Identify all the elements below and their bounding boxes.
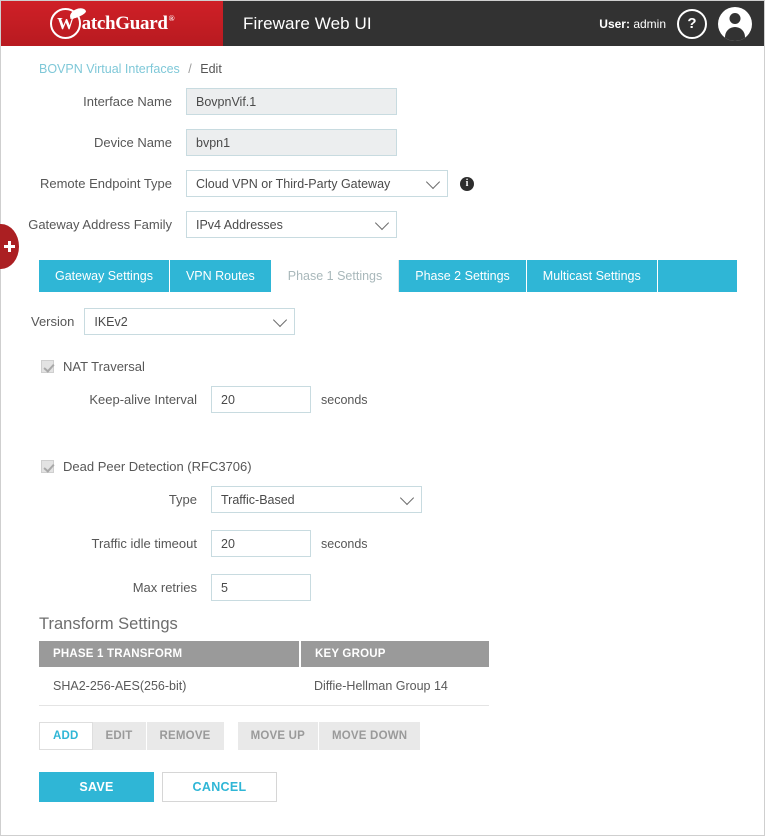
user-prefix: User: bbox=[599, 16, 630, 31]
version-label: Version bbox=[31, 314, 75, 329]
field-interface-name: Interface Name BovpnVif.1 bbox=[1, 88, 764, 115]
add-button[interactable]: ADD bbox=[39, 722, 93, 750]
transform-move-group: MOVE UP MOVE DOWN bbox=[237, 722, 421, 750]
keepalive-interval-unit: seconds bbox=[321, 392, 368, 407]
tab-phase-1-settings[interactable]: Phase 1 Settings bbox=[271, 260, 400, 292]
chevron-down-icon bbox=[374, 215, 390, 230]
tab-filler bbox=[657, 260, 737, 292]
watchguard-logo-mark: W bbox=[49, 5, 87, 39]
remote-endpoint-type-label: Remote Endpoint Type bbox=[39, 176, 172, 191]
remote-endpoint-type-value: Cloud VPN or Third-Party Gateway bbox=[196, 176, 391, 191]
user-name: admin bbox=[633, 16, 666, 31]
help-icon[interactable]: ? bbox=[677, 8, 707, 39]
field-keepalive-interval: Keep-alive Interval 20 seconds bbox=[31, 386, 764, 413]
table-row[interactable]: SHA2-256-AES(256-bit) Diffie-Hellman Gro… bbox=[39, 667, 489, 706]
dpd-type-value: Traffic-Based bbox=[221, 492, 295, 507]
column-key-group: KEY GROUP bbox=[300, 641, 489, 667]
chevron-down-icon bbox=[425, 174, 441, 189]
cancel-button[interactable]: CANCEL bbox=[162, 772, 277, 802]
field-version: Version IKEv2 bbox=[31, 308, 764, 335]
cell-phase-1-transform: SHA2-256-AES(256-bit) bbox=[39, 667, 300, 706]
move-up-button[interactable]: MOVE UP bbox=[237, 722, 319, 750]
gateway-form: Interface Name BovpnVif.1 Device Name bv… bbox=[1, 88, 764, 238]
breadcrumb-parent-link[interactable]: BOVPN Virtual Interfaces bbox=[39, 62, 180, 76]
chevron-down-icon bbox=[273, 312, 288, 327]
logo-wordmark: atchGuard® bbox=[81, 12, 175, 34]
transform-table: PHASE 1 TRANSFORM KEY GROUP SHA2-256-AES… bbox=[39, 641, 489, 706]
field-traffic-idle-timeout: Traffic idle timeout 20 seconds bbox=[31, 530, 764, 557]
tab-vpn-routes[interactable]: VPN Routes bbox=[169, 260, 272, 292]
interface-name-input[interactable]: BovpnVif.1 bbox=[186, 88, 397, 115]
transform-settings-title: Transform Settings bbox=[39, 615, 178, 633]
device-name-input[interactable]: bvpn1 bbox=[186, 129, 397, 156]
field-gateway-address-family: Gateway Address Family IPv4 Addresses bbox=[1, 211, 764, 238]
dpd-type-select[interactable]: Traffic-Based bbox=[211, 486, 422, 513]
field-max-retries: Max retries 5 bbox=[31, 574, 764, 601]
tab-gateway-settings[interactable]: Gateway Settings bbox=[39, 260, 170, 292]
max-retries-label: Max retries bbox=[132, 580, 197, 595]
tab-multicast-settings[interactable]: Multicast Settings bbox=[526, 260, 658, 292]
main-content: BOVPN Virtual Interfaces / Edit Interfac… bbox=[1, 46, 764, 802]
breadcrumb-separator: / bbox=[188, 62, 192, 76]
info-icon[interactable]: i bbox=[460, 176, 474, 191]
traffic-idle-timeout-label: Traffic idle timeout bbox=[91, 536, 198, 551]
user-label: User: admin bbox=[599, 17, 666, 31]
version-select[interactable]: IKEv2 bbox=[84, 308, 296, 335]
breadcrumb-current: Edit bbox=[200, 62, 222, 76]
nat-traversal-checkbox-row[interactable]: NAT Traversal bbox=[41, 359, 764, 374]
dead-peer-detection-label: Dead Peer Detection (RFC3706) bbox=[63, 459, 252, 474]
settings-tabs: Gateway Settings VPN Routes Phase 1 Sett… bbox=[39, 260, 737, 292]
remove-button[interactable]: REMOVE bbox=[146, 722, 224, 750]
cell-key-group: Diffie-Hellman Group 14 bbox=[300, 667, 489, 706]
breadcrumb: BOVPN Virtual Interfaces / Edit bbox=[1, 46, 764, 76]
plus-icon bbox=[4, 241, 15, 252]
form-action-buttons: SAVE CANCEL bbox=[39, 772, 764, 802]
dead-peer-detection-checkbox-row[interactable]: Dead Peer Detection (RFC3706) bbox=[41, 459, 764, 474]
edit-button[interactable]: EDIT bbox=[92, 722, 147, 750]
move-down-button[interactable]: MOVE DOWN bbox=[319, 722, 421, 750]
gateway-address-family-label: Gateway Address Family bbox=[28, 217, 172, 232]
table-header-row: PHASE 1 TRANSFORM KEY GROUP bbox=[39, 641, 489, 667]
app-title: Fireware Web UI bbox=[243, 13, 372, 33]
gateway-address-family-select[interactable]: IPv4 Addresses bbox=[186, 211, 397, 238]
device-name-label: Device Name bbox=[93, 135, 172, 150]
nat-traversal-label: NAT Traversal bbox=[63, 359, 145, 374]
chevron-down-icon bbox=[399, 490, 415, 505]
max-retries-input[interactable]: 5 bbox=[211, 574, 311, 601]
nat-traversal-checkbox[interactable] bbox=[41, 360, 54, 373]
field-device-name: Device Name bvpn1 bbox=[1, 129, 764, 156]
traffic-idle-timeout-input[interactable]: 20 bbox=[211, 530, 311, 557]
save-button[interactable]: SAVE bbox=[39, 772, 154, 802]
traffic-idle-timeout-unit: seconds bbox=[321, 536, 368, 551]
remote-endpoint-type-select[interactable]: Cloud VPN or Third-Party Gateway bbox=[186, 170, 448, 197]
transform-action-buttons: ADD EDIT REMOVE MOVE UP MOVE DOWN bbox=[39, 722, 764, 750]
avatar[interactable] bbox=[718, 6, 752, 41]
tab-phase-2-settings[interactable]: Phase 2 Settings bbox=[399, 260, 527, 292]
column-phase-1-transform: PHASE 1 TRANSFORM bbox=[39, 641, 301, 667]
field-dpd-type: Type Traffic-Based bbox=[31, 486, 764, 513]
top-bar-right: User: admin ? bbox=[599, 1, 764, 46]
top-bar: W atchGuard® Fireware Web UI User: admin… bbox=[1, 1, 764, 46]
watchguard-logo[interactable]: W atchGuard® bbox=[1, 1, 223, 46]
transform-edit-group: ADD EDIT REMOVE bbox=[39, 722, 224, 750]
dead-peer-detection-checkbox[interactable] bbox=[41, 460, 54, 473]
interface-name-label: Interface Name bbox=[83, 94, 172, 109]
version-value: IKEv2 bbox=[94, 314, 128, 329]
field-remote-endpoint-type: Remote Endpoint Type Cloud VPN or Third-… bbox=[1, 170, 764, 197]
keepalive-interval-input[interactable]: 20 bbox=[211, 386, 311, 413]
gateway-address-family-value: IPv4 Addresses bbox=[196, 217, 283, 232]
keepalive-interval-label: Keep-alive Interval bbox=[89, 392, 197, 407]
dpd-type-label: Type bbox=[168, 492, 197, 507]
phase-1-settings-panel: Version IKEv2 NAT Traversal Keep-alive I… bbox=[1, 292, 764, 750]
